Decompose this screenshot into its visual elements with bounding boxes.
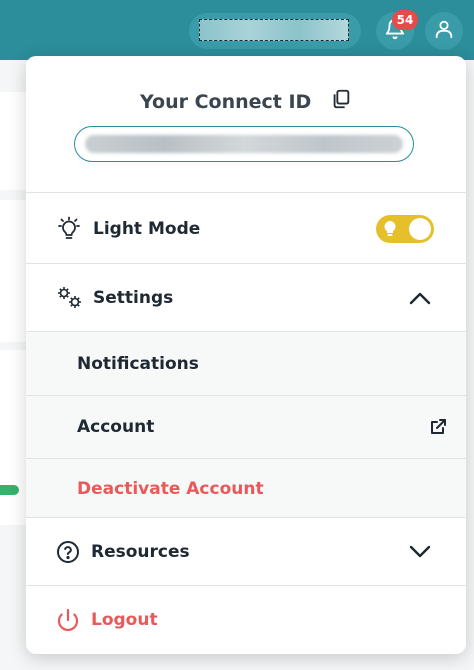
settings-item-account[interactable]: Account bbox=[26, 395, 466, 458]
light-mode-label: Light Mode bbox=[93, 218, 201, 239]
settings-item-deactivate-account[interactable]: Deactivate Account bbox=[26, 458, 466, 518]
lightbulb-icon bbox=[56, 216, 82, 242]
light-mode-toggle[interactable] bbox=[376, 214, 434, 243]
logout-row[interactable]: Logout bbox=[26, 585, 466, 654]
power-icon bbox=[56, 608, 80, 632]
chevron-down-icon[interactable] bbox=[409, 545, 431, 559]
copy-icon[interactable] bbox=[330, 88, 352, 115]
resources-label: Resources bbox=[91, 541, 190, 562]
settings-label: Settings bbox=[93, 287, 174, 308]
resources-row[interactable]: Resources bbox=[26, 517, 466, 585]
connect-id-value-redacted bbox=[85, 135, 403, 153]
gears-icon bbox=[56, 285, 84, 311]
settings-item-notifications[interactable]: Notifications bbox=[26, 331, 466, 395]
toggle-bulb-icon bbox=[384, 220, 396, 241]
user-menu-button[interactable] bbox=[425, 12, 463, 50]
user-icon bbox=[433, 18, 455, 44]
connect-id-field[interactable] bbox=[74, 126, 414, 162]
connect-id-title: Your Connect ID bbox=[26, 88, 466, 115]
account-label: Account bbox=[77, 417, 155, 437]
light-mode-row: Light Mode bbox=[26, 192, 466, 264]
settings-row[interactable]: Settings bbox=[26, 263, 466, 331]
account-dropdown-panel: Your Connect ID Light Mode Settings Noti… bbox=[26, 56, 466, 654]
logout-label: Logout bbox=[91, 610, 158, 630]
deactivate-account-label: Deactivate Account bbox=[77, 478, 264, 499]
connect-id-title-text: Your Connect ID bbox=[140, 90, 312, 113]
search-input[interactable] bbox=[199, 19, 349, 41]
notification-count-badge: 54 bbox=[392, 10, 418, 30]
notifications-label: Notifications bbox=[77, 353, 199, 374]
help-circle-icon bbox=[56, 540, 80, 564]
connect-id-section: Your Connect ID bbox=[26, 56, 466, 192]
chevron-up-icon[interactable] bbox=[409, 291, 431, 305]
toggle-knob bbox=[409, 217, 431, 240]
background-progress-bar bbox=[0, 485, 19, 495]
external-link-icon bbox=[429, 418, 447, 436]
